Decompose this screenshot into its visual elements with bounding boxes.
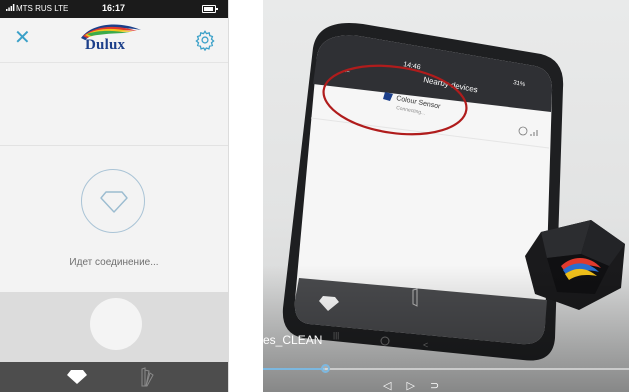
- connecting-status-text: Идет соединение...: [69, 257, 159, 268]
- tab-colour-fan[interactable]: [139, 367, 155, 392]
- status-time: 16:17: [102, 3, 126, 13]
- tab-sensor[interactable]: [66, 369, 88, 390]
- logo-text: Dulux: [85, 37, 126, 53]
- app-header: ✕ Dulux: [0, 18, 228, 63]
- carrier-label: MTS RUS LTE: [16, 4, 69, 13]
- gear-icon[interactable]: [194, 29, 216, 52]
- sensor-status-ring: [81, 169, 145, 233]
- video-bottom-gradient: [263, 265, 629, 392]
- diamond-icon: [67, 370, 87, 384]
- scan-button[interactable]: [90, 298, 142, 350]
- dulux-logo: Dulux: [77, 22, 147, 58]
- signal-icon: [6, 4, 15, 13]
- sensor-diamond-icon: [100, 191, 128, 213]
- video-caption: es_CLEAN: [263, 333, 323, 347]
- video-playback-controls[interactable]: ◁ ▷ ⊃: [383, 379, 445, 392]
- video-progress-knob[interactable]: [321, 364, 330, 373]
- video-progress-fill: [263, 368, 325, 370]
- battery-icon: [202, 5, 218, 13]
- close-icon[interactable]: ✕: [14, 28, 31, 48]
- bottom-tab-bar: [0, 362, 228, 392]
- status-bar: MTS RUS LTE 16:17: [0, 0, 228, 18]
- app-screenshot: MTS RUS LTE 16:17 ✕ Dulux Идет соединени…: [0, 0, 229, 392]
- colour-fan-icon: [141, 367, 154, 387]
